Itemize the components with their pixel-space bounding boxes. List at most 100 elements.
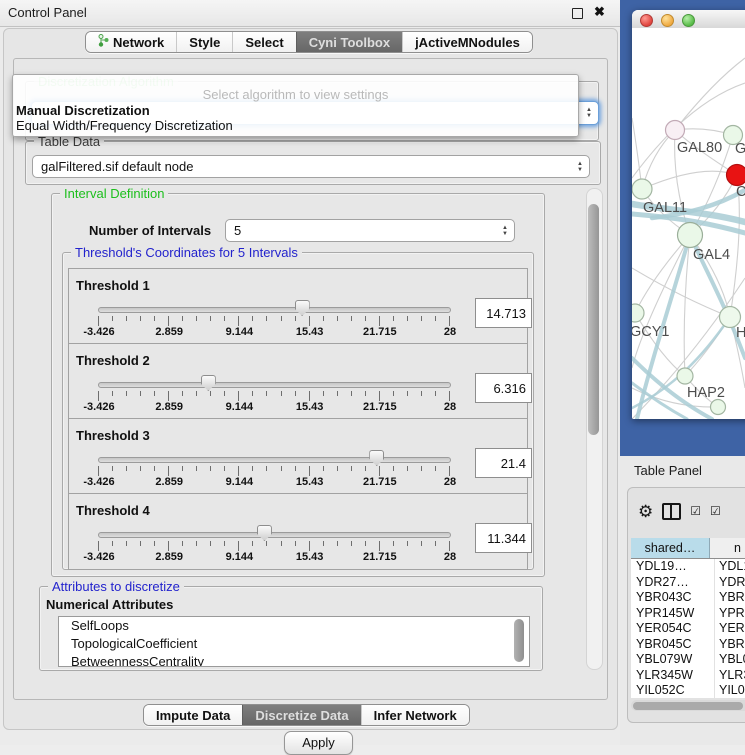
network-window-titlebar[interactable] — [632, 10, 745, 29]
tab-infer-network[interactable]: Infer Network — [361, 705, 469, 725]
node-gal80[interactable] — [666, 121, 685, 140]
threshold-value-input[interactable] — [475, 448, 532, 478]
minor-tick — [210, 466, 211, 471]
attribute-list-item[interactable]: BetweennessCentrality — [59, 653, 529, 667]
threshold-value-input[interactable] — [475, 298, 532, 328]
minor-tick — [196, 316, 197, 321]
table-cell[interactable]: YIL052C — [631, 683, 715, 698]
tab-impute-data[interactable]: Impute Data — [144, 705, 242, 725]
major-tick — [168, 316, 169, 326]
threshold-slider[interactable]: -3.4262.8599.14415.4321.71528 — [98, 447, 451, 491]
minor-tick — [435, 391, 436, 396]
table-cell[interactable]: YLR3 — [715, 668, 745, 684]
zoom-traffic-light[interactable] — [682, 14, 695, 27]
checkbox-checked-icon[interactable]: ☑ — [710, 505, 721, 517]
table-row[interactable]: YDL19…YDL1 — [631, 559, 745, 575]
slider-track[interactable] — [98, 532, 451, 538]
column-header-2[interactable]: n — [710, 538, 745, 558]
slider-thumb[interactable] — [295, 300, 310, 316]
table-cell[interactable]: YER0 — [715, 621, 745, 637]
columns-icon[interactable] — [662, 503, 681, 520]
slider-thumb[interactable] — [369, 450, 384, 466]
minor-tick — [126, 316, 127, 321]
node-gal11[interactable] — [632, 179, 652, 199]
column-header-1[interactable]: shared… — [631, 538, 710, 558]
node-gal4[interactable] — [678, 223, 703, 248]
content-scrollbar-thumb[interactable] — [588, 204, 599, 435]
minor-tick — [281, 316, 282, 321]
apply-button[interactable]: Apply — [284, 731, 353, 755]
minor-tick — [140, 541, 141, 546]
float-window-icon[interactable] — [572, 8, 583, 19]
table-cell[interactable]: YDL1 — [715, 559, 745, 575]
number-of-intervals-spinner[interactable]: 5 ▲▼ — [225, 219, 515, 242]
tab-style[interactable]: Style — [176, 32, 232, 52]
network-canvas[interactable]: GAL80GACGAL11GAL4GCY1HHAP2 — [632, 28, 745, 419]
node-red[interactable] — [727, 165, 745, 186]
tab-select[interactable]: Select — [232, 32, 295, 52]
node-bottom[interactable] — [711, 400, 726, 415]
threshold-value-input[interactable] — [475, 373, 532, 403]
threshold-value-input[interactable] — [475, 523, 532, 553]
slider-thumb[interactable] — [257, 525, 272, 541]
close-traffic-light[interactable] — [640, 14, 653, 27]
table-row[interactable]: YDR27…YDR2 — [631, 575, 745, 591]
threshold-slider[interactable]: -3.4262.8599.14415.4321.71528 — [98, 522, 451, 566]
minor-tick — [323, 391, 324, 396]
table-cell[interactable]: YPR145W — [631, 606, 715, 622]
popup-option-1[interactable]: Manual Discretization — [16, 103, 150, 118]
table-row[interactable]: YER054CYER0 — [631, 621, 745, 637]
table-cell[interactable]: YER054C — [631, 621, 715, 637]
minor-tick — [365, 541, 366, 546]
tab-discretize-data[interactable]: Discretize Data — [242, 705, 360, 725]
node-hap2[interactable] — [677, 368, 693, 384]
table-row[interactable]: YLR345WYLR3 — [631, 668, 745, 684]
attribute-list-item[interactable]: SelfLoops — [59, 617, 529, 635]
minor-tick — [281, 466, 282, 471]
table-cell[interactable]: YDR27… — [631, 575, 715, 591]
table-row[interactable]: YBR045CYBR0 — [631, 637, 745, 653]
table-row[interactable]: YBR043CYBR0 — [631, 590, 745, 606]
tab-label: Select — [245, 35, 283, 50]
attribute-list-item[interactable]: TopologicalCoefficient — [59, 635, 529, 653]
table-cell[interactable]: YBL079W — [631, 652, 715, 668]
close-icon[interactable]: ✖ — [594, 4, 605, 20]
tab-cyni-toolbox[interactable]: Cyni Toolbox — [296, 32, 402, 52]
major-tick — [449, 466, 450, 476]
slider-thumb[interactable] — [201, 375, 216, 391]
table-cell[interactable]: YPR1 — [715, 606, 745, 622]
threshold-slider[interactable]: -3.4262.8599.14415.4321.71528 — [98, 297, 451, 341]
table-cell[interactable]: YLR345W — [631, 668, 715, 684]
minor-tick — [393, 316, 394, 321]
checkbox-checked-icon[interactable]: ☑ — [690, 505, 701, 517]
slider-track[interactable] — [98, 307, 451, 313]
minor-tick — [337, 466, 338, 471]
table-hscrollbar-thumb[interactable] — [633, 702, 743, 710]
table-cell[interactable]: YDR2 — [715, 575, 745, 591]
slider-track[interactable] — [98, 457, 451, 463]
table-cell[interactable]: YBR043C — [631, 590, 715, 606]
tab-jactivemnodules[interactable]: jActiveMNodules — [402, 32, 532, 52]
table-cell[interactable]: YDL19… — [631, 559, 715, 575]
table-cell[interactable]: YBR045C — [631, 637, 715, 653]
table-cell[interactable]: YBR0 — [715, 590, 745, 606]
node-gcy1[interactable] — [632, 304, 644, 322]
threshold-slider[interactable]: -3.4262.8599.14415.4321.71528 — [98, 372, 451, 416]
popup-option-2[interactable]: Equal Width/Frequency Discretization — [16, 118, 233, 133]
table-data-combo[interactable]: galFiltered.sif default node ▲▼ — [32, 155, 590, 178]
table-row[interactable]: YBL079WYBL0 — [631, 652, 745, 668]
table-cell[interactable]: YBR0 — [715, 637, 745, 653]
minor-tick — [337, 541, 338, 546]
minor-tick — [295, 391, 296, 396]
table-cell[interactable]: YIL0 — [715, 683, 745, 698]
numerical-attributes-list[interactable]: SelfLoopsTopologicalCoefficientBetweenne… — [58, 616, 530, 667]
tab-network[interactable]: Network — [86, 32, 176, 52]
major-tick — [449, 316, 450, 326]
table-cell[interactable]: YBL0 — [715, 652, 745, 668]
list-scrollbar-thumb[interactable] — [514, 619, 524, 662]
gear-icon[interactable]: ⚙ — [638, 503, 653, 520]
minimize-traffic-light[interactable] — [661, 14, 674, 27]
table-row[interactable]: YIL052CYIL0 — [631, 683, 745, 698]
table-row[interactable]: YPR145WYPR1 — [631, 606, 745, 622]
slider-track[interactable] — [98, 382, 451, 388]
